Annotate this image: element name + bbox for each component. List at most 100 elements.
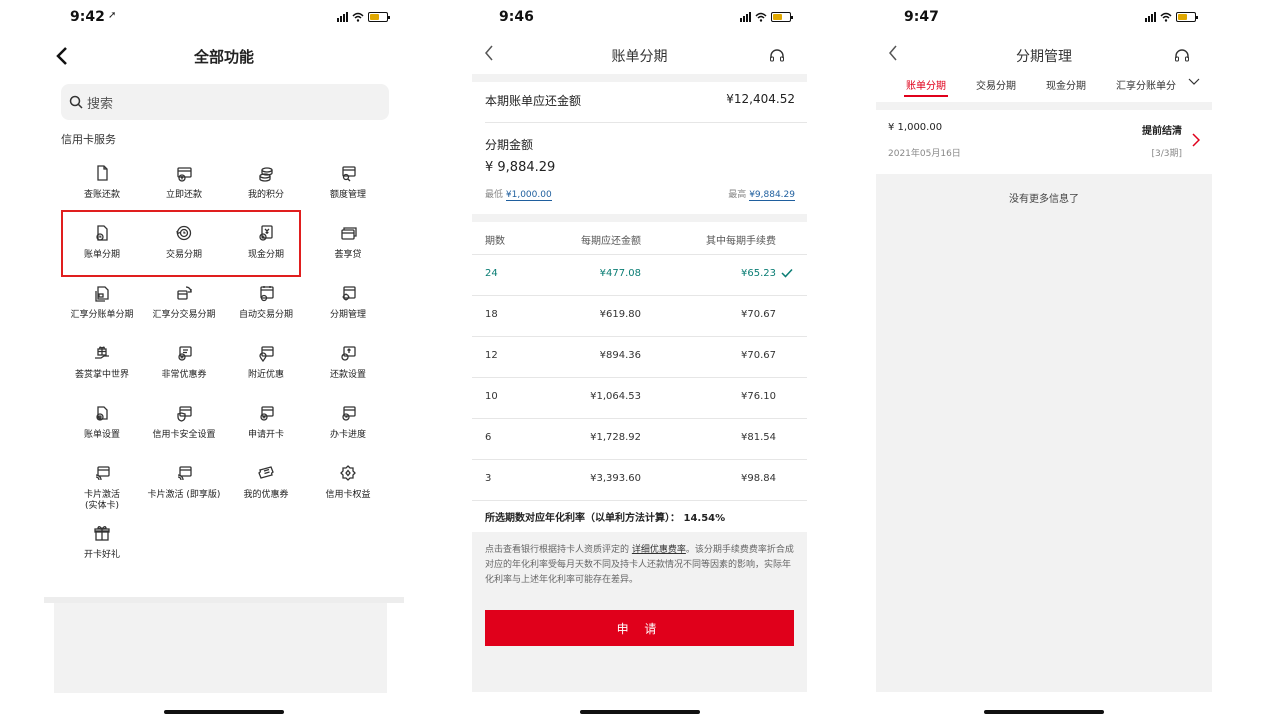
periods-cell: 3 (485, 473, 492, 484)
fee-cell: ¥70.67 (741, 309, 776, 320)
installment-record[interactable] (876, 110, 1212, 174)
function-tile[interactable]: 办卡进度 (307, 398, 389, 458)
highlight-box (61, 210, 301, 277)
card-upload-icon (177, 167, 192, 182)
tile-label: 办卡进度 (329, 430, 366, 440)
status-time: 9:47 (904, 9, 939, 25)
installment-label: 分期金额 (485, 138, 534, 152)
search-input[interactable]: 搜索 (61, 84, 389, 120)
check-icon (781, 268, 793, 278)
function-tile[interactable]: 额度管理 (307, 158, 389, 218)
max-range: 最高 ¥9,884.29 (728, 187, 795, 201)
home-indicator[interactable] (164, 710, 284, 714)
coupon-plus-icon (178, 346, 192, 361)
early-settle-button[interactable]: 提前结清 (1142, 122, 1182, 137)
payment-cell: ¥477.08 (599, 268, 641, 279)
divider (472, 74, 807, 82)
bill-label: 本期账单应还金额 (485, 94, 582, 108)
max-value-link[interactable]: ¥9,884.29 (749, 190, 795, 201)
min-value-link[interactable]: ¥1,000.00 (505, 190, 552, 201)
battery-icon (368, 12, 390, 22)
status-icons (337, 12, 390, 22)
tab-bill-installment[interactable]: 账单分期 (904, 77, 948, 97)
function-tile[interactable]: 分期管理 (307, 278, 389, 338)
function-tile[interactable]: 汇享分账单分期 (61, 278, 143, 338)
tile-label: 信用卡权益 (325, 490, 371, 500)
installment-amount-input[interactable]: ¥ 9,884.29 (485, 160, 555, 175)
bill-gear-icon (96, 406, 108, 421)
home-indicator[interactable] (984, 710, 1104, 714)
record-date: 2021年05月16日 (888, 149, 961, 159)
status-bar: 9:42 ➚ (44, 9, 404, 29)
chevron-right-icon[interactable] (1192, 133, 1200, 147)
rate-details-link[interactable]: 详细优惠费率 (632, 545, 686, 555)
apply-button[interactable]: 申 请 (485, 610, 794, 646)
footer-area (54, 603, 387, 693)
tab-transaction-installment[interactable]: 交易分期 (976, 77, 1016, 92)
divider (472, 214, 807, 222)
headset-icon[interactable] (769, 48, 785, 64)
function-tile[interactable]: 荟赏掌中世界 (61, 338, 143, 398)
installment-option-row[interactable]: 24 ¥477.08 ¥65.23 (485, 255, 795, 295)
gear-card-icon (341, 346, 356, 361)
status-bar: 9:47 (876, 9, 1212, 29)
fee-cell: ¥98.84 (741, 473, 776, 484)
function-tile[interactable]: 我的优惠券 (225, 458, 307, 518)
function-tile[interactable]: 卡片激活 (即享版) (143, 458, 225, 518)
function-tile[interactable]: 开卡好礼 (61, 518, 143, 578)
payment-cell: ¥619.80 (599, 309, 641, 320)
periods-cell: 12 (485, 350, 498, 361)
function-tile[interactable]: 还款设置 (307, 338, 389, 398)
tile-label: 信用卡安全设置 (152, 430, 216, 440)
tab-huixiang-bill[interactable]: 汇享分账单分 (1116, 77, 1176, 92)
home-indicator[interactable] (579, 710, 700, 714)
tile-label: 卡片激活 (实体卡) (83, 490, 120, 511)
installment-option-row[interactable]: 10 ¥1,064.53 ¥76.10 (485, 378, 795, 418)
function-tile[interactable]: 荟享贷 (307, 218, 389, 278)
card-search-icon (342, 166, 356, 182)
installment-option-row[interactable]: 12 ¥894.36 ¥70.67 (485, 337, 795, 377)
headset-icon[interactable] (1174, 48, 1190, 64)
tile-label: 我的积分 (247, 190, 284, 200)
function-tile[interactable]: 我的积分 (225, 158, 307, 218)
tile-label: 汇享分账单分期 (70, 310, 134, 320)
tile-label: 非常优惠券 (161, 370, 207, 380)
function-tile[interactable]: 自动交易分期 (225, 278, 307, 338)
installment-option-row[interactable]: 6 ¥1,728.92 ¥81.54 (485, 419, 795, 459)
function-tile[interactable]: 信用卡权益 (307, 458, 389, 518)
function-tile[interactable]: 申请开卡 (225, 398, 307, 458)
divider (876, 102, 1212, 110)
calendar-gear-icon (260, 286, 274, 302)
doc-gear-icon (342, 286, 356, 301)
chevron-down-icon[interactable] (1188, 78, 1200, 86)
function-tile[interactable]: 非常优惠券 (143, 338, 225, 398)
function-tile[interactable]: 立即还款 (143, 158, 225, 218)
function-tile[interactable]: 账单设置 (61, 398, 143, 458)
installment-option-row[interactable]: 18 ¥619.80 ¥70.67 (485, 296, 795, 336)
screen-installment-management: 9:47 分期管理 账单分期 交易分期 现金分期 汇享分账单分 ¥ 1,000.… (876, 0, 1212, 720)
page-title: 全部功能 (193, 48, 254, 66)
tab-cash-installment[interactable]: 现金分期 (1046, 77, 1086, 92)
tile-label: 立即还款 (165, 190, 202, 200)
tab-bar: 账单分期 交易分期 现金分期 汇享分账单分 (876, 77, 1212, 99)
function-tile[interactable]: 汇享分交易分期 (143, 278, 225, 338)
tile-label: 查账还款 (83, 190, 120, 200)
wifi-icon (1160, 12, 1172, 22)
installment-option-row[interactable]: 3 ¥3,393.60 ¥98.84 (485, 460, 795, 500)
signal-icon (337, 12, 348, 22)
card-progress-icon (342, 406, 356, 421)
nav-header: 账单分期 (472, 44, 807, 68)
refresh-card-icon (177, 286, 192, 300)
payment-cell: ¥3,393.60 (590, 473, 641, 484)
battery-icon (1176, 12, 1198, 22)
function-tile[interactable]: 卡片激活 (实体卡) (61, 458, 143, 518)
page-title: 分期管理 (1016, 49, 1072, 65)
function-tile[interactable]: 信用卡安全设置 (143, 398, 225, 458)
gift-icon (94, 526, 110, 541)
function-tile[interactable]: 查账还款 (61, 158, 143, 218)
card-add-icon (260, 406, 274, 421)
screen-all-functions: 9:42 ➚ 全部功能 搜索 信用卡服务 查账还款 立即还款 我的积分 额度管理 账单分… (44, 0, 404, 720)
function-tile[interactable]: 附近优惠 (225, 338, 307, 398)
tile-label: 分期管理 (329, 310, 366, 320)
periods-cell: 6 (485, 432, 492, 443)
